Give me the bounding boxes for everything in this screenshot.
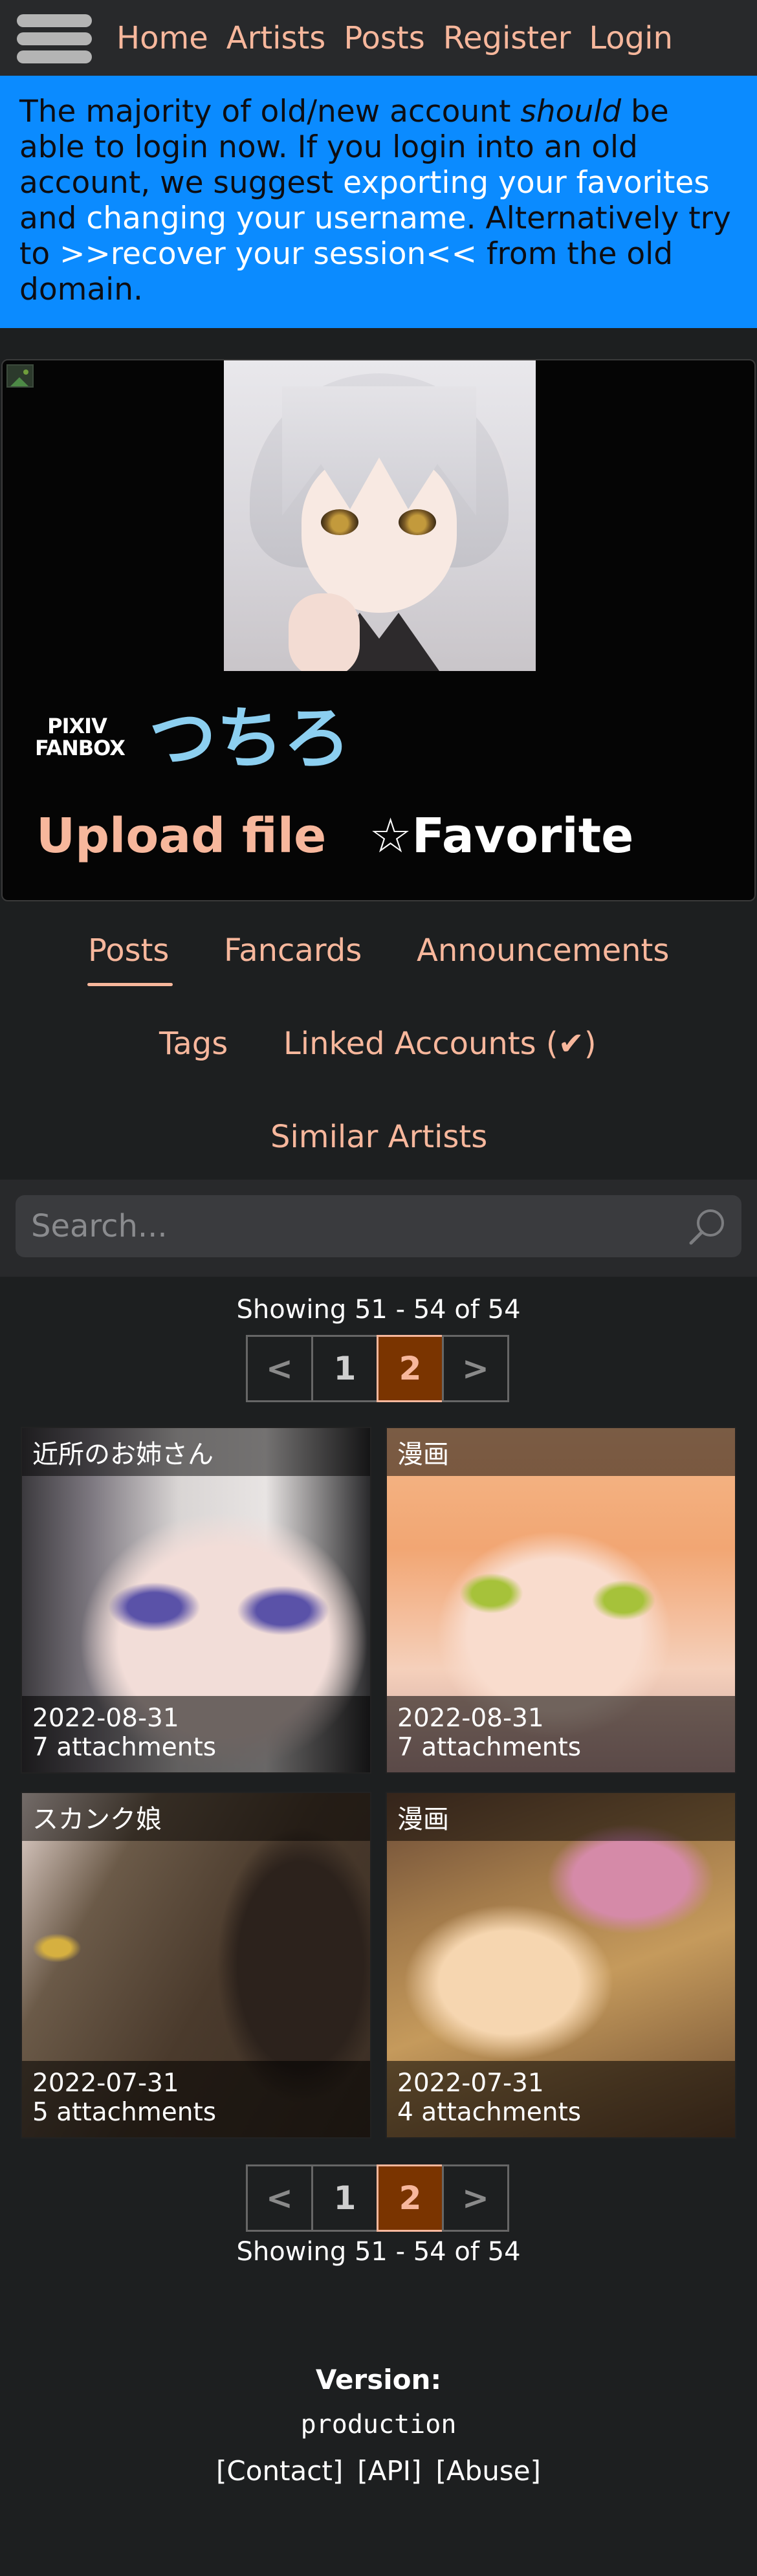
tab-posts[interactable]: Posts: [88, 932, 169, 969]
artist-actions: Upload file ☆Favorite: [36, 808, 633, 864]
post-card[interactable]: 近所のお姉さん 2022-08-31 7 attachments: [21, 1427, 371, 1774]
artist-header: PIXIV FANBOX つちろ Upload file ☆Favorite: [1, 359, 756, 901]
upload-file-button[interactable]: Upload file: [36, 808, 326, 864]
nav-link-login[interactable]: Login: [589, 20, 673, 56]
post-date: 2022-07-31: [397, 2069, 544, 2098]
page-1-button[interactable]: 1: [311, 1335, 378, 1402]
page-2-button-current[interactable]: 2: [377, 1335, 444, 1402]
post-date: 2022-08-31: [397, 1704, 544, 1733]
post-meta: 2022-07-31 5 attachments: [22, 2061, 370, 2137]
announcement-banner: The majority of old/new account should b…: [0, 76, 757, 328]
contact-link[interactable]: [Contact]: [216, 2455, 343, 2487]
post-card[interactable]: スカンク娘 2022-07-31 5 attachments: [21, 1792, 371, 2139]
favorite-button[interactable]: ☆Favorite: [369, 808, 633, 864]
prev-page-button[interactable]: <: [246, 1335, 313, 1402]
search-input[interactable]: [31, 1208, 686, 1244]
nav-link-artists[interactable]: Artists: [226, 20, 326, 56]
version-label: Version:: [315, 2364, 442, 2395]
post-grid: 近所のお姉さん 2022-08-31 7 attachments 漫画 2022…: [0, 1427, 757, 2139]
api-link[interactable]: [API]: [357, 2455, 421, 2487]
post-attachments: 7 attachments: [397, 1733, 582, 1762]
post-title: 近所のお姉さん: [22, 1428, 370, 1476]
paginator-bottom: < 1 2 >: [0, 2164, 757, 2232]
banner-text: and: [19, 201, 87, 236]
artist-avatar[interactable]: [224, 360, 536, 671]
post-title: 漫画: [387, 1428, 735, 1476]
change-username-link[interactable]: changing your username: [86, 201, 466, 236]
export-favorites-link[interactable]: exporting your favorites: [343, 165, 710, 201]
pixiv-fanbox-logo[interactable]: PIXIV FANBOX: [35, 714, 126, 760]
results-count: Showing 51 - 54 of 54: [236, 2237, 521, 2267]
post-attachments: 5 attachments: [32, 2098, 217, 2127]
tab-tags[interactable]: Tags: [159, 1026, 228, 1062]
hamburger-menu-icon[interactable]: [14, 6, 94, 70]
results-count: Showing 51 - 54 of 54: [236, 1295, 521, 1325]
footer-links: [Contact] [API] [Abuse]: [0, 2455, 757, 2487]
abuse-link[interactable]: [Abuse]: [435, 2455, 541, 2487]
nav-links: Home Artists Posts Register Login: [116, 20, 673, 56]
banner-text: The majority of old/new account: [19, 94, 521, 129]
artist-name[interactable]: つちろ: [149, 699, 351, 777]
post-date: 2022-08-31: [32, 1704, 179, 1733]
paginator-top: < 1 2 >: [0, 1335, 757, 1402]
top-navigation: Home Artists Posts Register Login: [0, 0, 757, 76]
post-attachments: 4 attachments: [397, 2098, 582, 2127]
post-meta: 2022-07-31 4 attachments: [387, 2061, 735, 2137]
version-value: production: [300, 2410, 457, 2439]
active-tab-indicator: [87, 983, 173, 986]
recover-session-link[interactable]: >>recover your session<<: [60, 236, 477, 272]
broken-image-icon: [6, 364, 36, 394]
page-1-button[interactable]: 1: [311, 2164, 378, 2232]
post-meta: 2022-08-31 7 attachments: [22, 1696, 370, 1772]
next-page-button[interactable]: >: [442, 2164, 509, 2232]
banner-emphasis: should: [520, 94, 622, 129]
search-icon[interactable]: [686, 1205, 729, 1248]
search-section: [0, 1180, 757, 1277]
post-date: 2022-07-31: [32, 2069, 179, 2098]
post-meta: 2022-08-31 7 attachments: [387, 1696, 735, 1772]
nav-link-posts[interactable]: Posts: [344, 20, 424, 56]
tab-linked-accounts[interactable]: Linked Accounts (✔): [283, 1026, 597, 1062]
search-box: [16, 1195, 741, 1257]
logo-line-2: FANBOX: [35, 736, 126, 760]
footer: Version: production [Contact] [API] [Abu…: [0, 2364, 757, 2487]
post-attachments: 7 attachments: [32, 1733, 217, 1762]
post-title: スカンク娘: [22, 1793, 370, 1841]
nav-link-register[interactable]: Register: [443, 20, 571, 56]
prev-page-button[interactable]: <: [246, 2164, 313, 2232]
tab-fancards[interactable]: Fancards: [224, 932, 362, 969]
post-title: 漫画: [387, 1793, 735, 1841]
logo-line-1: PIXIV: [47, 714, 107, 738]
post-card[interactable]: 漫画 2022-07-31 4 attachments: [386, 1792, 736, 2139]
tab-announcements[interactable]: Announcements: [417, 932, 669, 969]
next-page-button[interactable]: >: [442, 1335, 509, 1402]
page-2-button-current[interactable]: 2: [377, 2164, 444, 2232]
nav-link-home[interactable]: Home: [116, 20, 208, 56]
post-card[interactable]: 漫画 2022-08-31 7 attachments: [386, 1427, 736, 1774]
tab-similar-artists[interactable]: Similar Artists: [270, 1119, 487, 1155]
artist-tabs: Posts Fancards Announcements Tags Linked…: [0, 901, 757, 1180]
